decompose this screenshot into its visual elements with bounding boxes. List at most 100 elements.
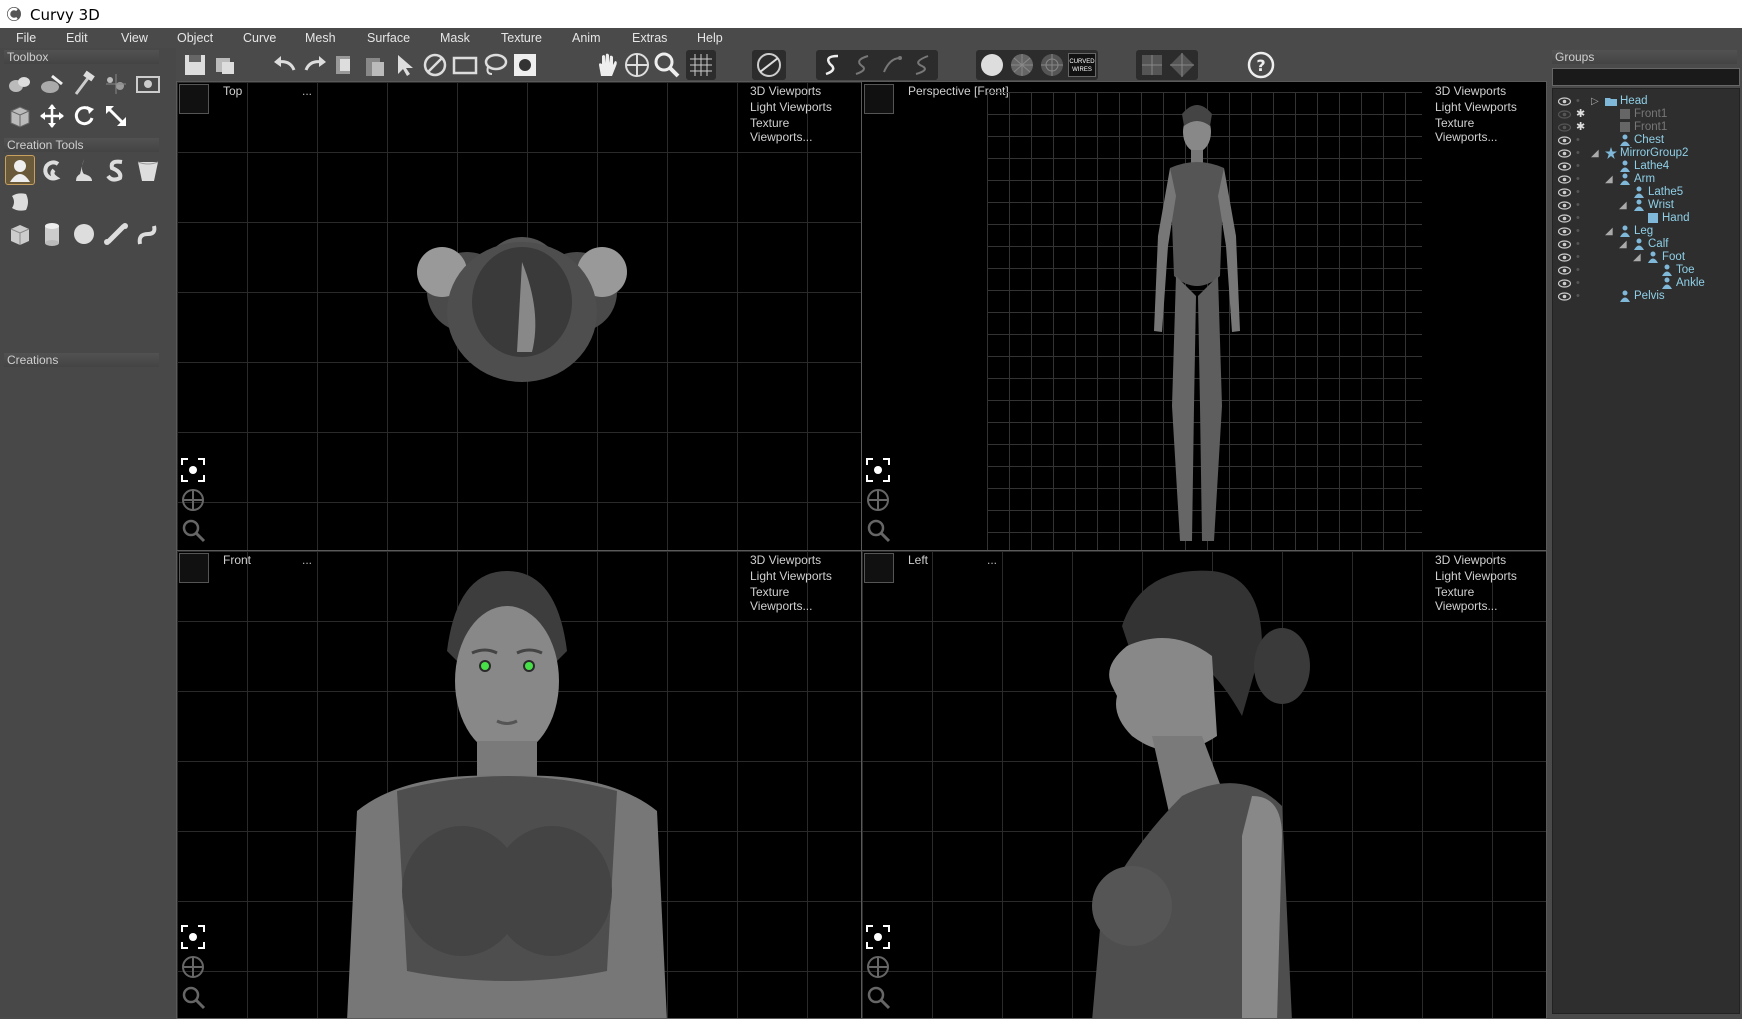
image-tool-icon[interactable]: [134, 70, 162, 98]
expand-toggle-icon[interactable]: ◢: [1633, 251, 1641, 264]
visibility-eye-icon[interactable]: [1558, 227, 1571, 236]
help-icon[interactable]: ?: [1246, 50, 1276, 80]
lock-icon[interactable]: •: [1576, 96, 1586, 107]
visibility-eye-icon[interactable]: [1558, 214, 1571, 223]
menu-mesh[interactable]: Mesh: [305, 31, 336, 45]
expand-toggle-icon[interactable]: ◢: [1605, 173, 1613, 186]
four-views-icon[interactable]: [1138, 50, 1166, 80]
viewport-front[interactable]: Front ... 3D Viewports Light Viewports T…: [176, 550, 862, 1019]
expand-toggle-icon[interactable]: ◢: [1591, 147, 1599, 160]
menu-3d-viewports[interactable]: 3D Viewports: [1435, 553, 1540, 567]
orbit-view-icon[interactable]: [179, 486, 207, 514]
viewport-dots[interactable]: ...: [302, 84, 312, 98]
move-tool-icon[interactable]: [38, 102, 66, 130]
scatter-tool-icon[interactable]: [102, 70, 130, 98]
curve-edit-icon[interactable]: [848, 50, 876, 80]
frame-view-icon[interactable]: [179, 456, 207, 484]
tube-primitive-icon[interactable]: [134, 220, 162, 248]
expand-toggle-icon[interactable]: ▷: [1591, 95, 1599, 108]
tree-item[interactable]: • Ankle: [1553, 277, 1737, 290]
lock-icon[interactable]: •: [1576, 135, 1586, 146]
zoom-view-icon[interactable]: [179, 983, 207, 1011]
box-primitive-icon[interactable]: [6, 220, 34, 248]
paste-icon[interactable]: [360, 50, 390, 80]
menu-3d-viewports[interactable]: 3D Viewports: [750, 84, 855, 98]
curve-node-icon[interactable]: [878, 50, 906, 80]
tree-item[interactable]: • Hand: [1553, 212, 1737, 225]
menu-3d-viewports[interactable]: 3D Viewports: [1435, 84, 1540, 98]
curl-tool-icon[interactable]: [38, 156, 66, 184]
menu-help[interactable]: Help: [697, 31, 723, 45]
viewport-top[interactable]: Top ... 3D Viewports Light Viewports Tex…: [176, 81, 862, 552]
viewport-left[interactable]: Left ... 3D Viewports Light Viewports Te…: [861, 550, 1547, 1019]
zoom-view-icon[interactable]: [864, 983, 892, 1011]
primitives-tool-icon[interactable]: [6, 70, 34, 98]
viewport-dots[interactable]: ...: [302, 553, 312, 567]
tree-item[interactable]: • ◢ Wrist: [1553, 199, 1737, 212]
undo-icon[interactable]: [270, 50, 300, 80]
lock-icon[interactable]: ✱: [1576, 122, 1586, 133]
snake-tool-icon[interactable]: [102, 156, 130, 184]
visibility-eye-icon[interactable]: [1558, 162, 1571, 171]
tree-item[interactable]: • ◢ Arm: [1553, 173, 1737, 186]
select-arrow-icon[interactable]: [390, 50, 420, 80]
viewport-dots[interactable]: ...: [987, 553, 997, 567]
menu-anim[interactable]: Anim: [572, 31, 600, 45]
visibility-eye-icon[interactable]: [1558, 110, 1571, 119]
menu-file[interactable]: File: [16, 31, 36, 45]
expand-toggle-icon[interactable]: ◢: [1619, 238, 1627, 251]
menu-texture-viewports[interactable]: Texture Viewports...: [750, 116, 855, 144]
sculpt-tool-icon[interactable]: [38, 70, 66, 98]
menu-extras[interactable]: Extras: [632, 31, 667, 45]
menu-light-viewports[interactable]: Light Viewports: [750, 569, 855, 583]
orbit-view-icon[interactable]: [864, 486, 892, 514]
grid-icon[interactable]: [686, 50, 716, 80]
tree-item[interactable]: • Lathe4: [1553, 160, 1737, 173]
lock-icon[interactable]: •: [1576, 200, 1586, 211]
visibility-eye-icon[interactable]: [1558, 292, 1571, 301]
menu-3d-viewports[interactable]: 3D Viewports: [750, 553, 855, 567]
lock-icon[interactable]: •: [1576, 226, 1586, 237]
menu-texture-viewports[interactable]: Texture Viewports...: [1435, 116, 1540, 144]
tree-item[interactable]: ✱ Front1: [1553, 121, 1737, 134]
copy-icon[interactable]: [330, 50, 360, 80]
lathe-tool-icon[interactable]: [70, 156, 98, 184]
tree-item[interactable]: • Pelvis: [1553, 290, 1737, 303]
visibility-eye-icon[interactable]: [1558, 253, 1571, 262]
menu-surface[interactable]: Surface: [367, 31, 410, 45]
lasso-select-icon[interactable]: [480, 50, 510, 80]
visibility-eye-icon[interactable]: [1558, 201, 1571, 210]
zoom-view-icon[interactable]: [864, 516, 892, 544]
menu-light-viewports[interactable]: Light Viewports: [1435, 100, 1540, 114]
lock-icon[interactable]: •: [1576, 161, 1586, 172]
frame-view-icon[interactable]: [179, 923, 207, 951]
visibility-eye-icon[interactable]: [1558, 175, 1571, 184]
redo-icon[interactable]: [300, 50, 330, 80]
tree-item[interactable]: • Chest: [1553, 134, 1737, 147]
hammer-tool-icon[interactable]: [70, 70, 98, 98]
curve-draw-icon[interactable]: [818, 50, 846, 80]
groups-filter-input[interactable]: [1552, 68, 1740, 86]
menu-view[interactable]: View: [121, 31, 148, 45]
menu-texture[interactable]: Texture: [501, 31, 542, 45]
viewport-options-button[interactable]: [179, 84, 209, 114]
menu-texture-viewports[interactable]: Texture Viewports...: [750, 585, 855, 613]
body-tool-button[interactable]: [5, 155, 35, 185]
scale-tool-icon[interactable]: [102, 102, 130, 130]
move-view-icon[interactable]: [622, 50, 652, 80]
symmetry-icon[interactable]: [752, 50, 786, 80]
lock-icon[interactable]: •: [1576, 252, 1586, 263]
lock-icon[interactable]: •: [1576, 239, 1586, 250]
zoom-view-icon[interactable]: [179, 516, 207, 544]
expand-toggle-icon[interactable]: ◢: [1605, 225, 1613, 238]
menu-object[interactable]: Object: [177, 31, 213, 45]
visibility-eye-icon[interactable]: [1558, 266, 1571, 275]
menu-edit[interactable]: Edit: [66, 31, 88, 45]
tree-item[interactable]: • ◢ Leg: [1553, 225, 1737, 238]
paint-select-icon[interactable]: [510, 50, 540, 80]
cloth-tool-icon[interactable]: [6, 188, 34, 216]
tree-item[interactable]: • Toe: [1553, 264, 1737, 277]
wireframe-shading-icon[interactable]: [1008, 50, 1036, 80]
visibility-eye-icon[interactable]: [1558, 123, 1571, 132]
bone-primitive-icon[interactable]: [102, 220, 130, 248]
